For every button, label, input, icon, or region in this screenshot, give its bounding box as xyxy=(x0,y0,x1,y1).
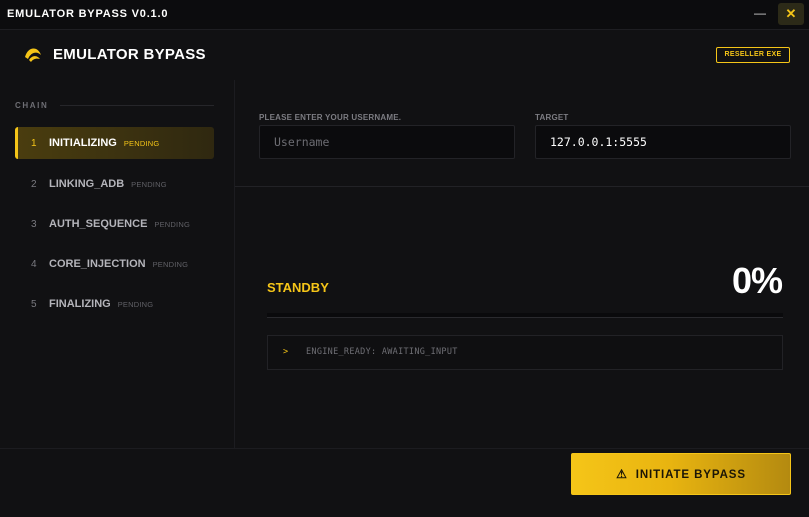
initiate-bypass-button[interactable]: ⚠ INITIATE BYPASS xyxy=(571,453,791,495)
console-line: ENGINE_READY: AWAITING_INPUT xyxy=(306,347,458,357)
app-name: EMULATOR BYPASS xyxy=(53,46,206,63)
crescent-logo-icon xyxy=(25,48,41,62)
step-core-injection: 4 CORE_INJECTION PENDING xyxy=(15,248,214,280)
step-linking-adb: 2 LINKING_ADB PENDING xyxy=(15,168,214,200)
step-name: LINKING_ADB PENDING xyxy=(49,178,167,190)
initiate-bypass-label: INITIATE BYPASS xyxy=(635,469,746,481)
target-label: TARGET xyxy=(535,113,569,122)
step-state: PENDING xyxy=(117,300,154,309)
chain-sidebar: CHAIN 1 INITIALIZING PENDING 2 LINKING_AD… xyxy=(0,80,235,448)
progress-percent: 0% xyxy=(731,260,783,301)
step-name: FINALIZING PENDING xyxy=(49,298,154,310)
input-panel: PLEASE ENTER YOUR USERNAME. Username TAR… xyxy=(235,80,809,187)
step-state: PENDING xyxy=(152,260,189,269)
step-number: 1 xyxy=(31,138,37,149)
console-prompt: > xyxy=(283,347,289,357)
target-input[interactable]: 127.0.0.1:5555 xyxy=(535,125,791,159)
step-name: AUTH_SEQUENCE PENDING xyxy=(49,218,190,230)
step-number: 4 xyxy=(31,259,37,270)
chain-divider xyxy=(60,105,214,106)
step-finalizing: 5 FINALIZING PENDING xyxy=(15,288,214,320)
username-label: PLEASE ENTER YOUR USERNAME. xyxy=(259,113,402,122)
step-state: PENDING xyxy=(123,139,160,148)
warning-triangle-icon: ⚠ xyxy=(616,467,628,481)
step-initializing: 1 INITIALIZING PENDING xyxy=(15,127,214,159)
progress-bar xyxy=(267,313,783,318)
step-number: 2 xyxy=(31,179,37,190)
console-log: > ENGINE_READY: AWAITING_INPUT xyxy=(267,335,783,370)
step-state: PENDING xyxy=(154,220,190,229)
minimize-icon[interactable]: — xyxy=(752,6,768,22)
window-title: EMULATOR BYPASS V0.1.0 xyxy=(7,8,169,20)
status-text: STANDBY xyxy=(267,280,329,295)
step-number: 5 xyxy=(31,299,37,310)
app-header: EMULATOR BYPASS RESELLER EXE xyxy=(0,30,809,80)
reseller-badge[interactable]: RESELLER EXE xyxy=(716,47,790,63)
title-bar: EMULATOR BYPASS V0.1.0 — ✕ xyxy=(0,0,809,30)
close-icon[interactable]: ✕ xyxy=(778,3,804,25)
step-state: PENDING xyxy=(131,180,167,189)
step-name: CORE_INJECTION PENDING xyxy=(49,258,189,270)
chain-section-label: CHAIN xyxy=(15,101,49,110)
username-input[interactable]: Username xyxy=(259,125,515,159)
step-name: INITIALIZING PENDING xyxy=(49,137,160,149)
step-auth-sequence: 3 AUTH_SEQUENCE PENDING xyxy=(15,208,214,240)
step-number: 3 xyxy=(31,219,37,230)
